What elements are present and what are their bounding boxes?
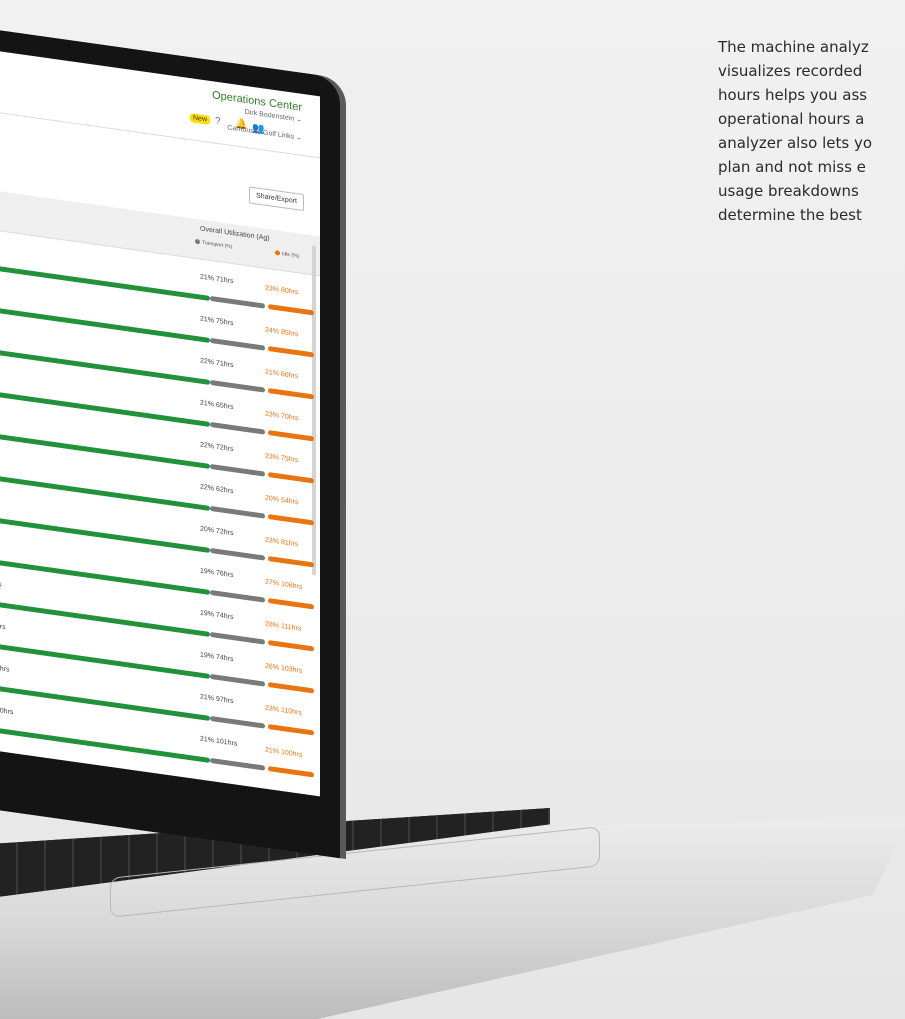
copy-line: usage breakdowns — [718, 182, 859, 200]
idle-bar — [268, 724, 314, 736]
idle-bar — [268, 472, 314, 484]
utilization-rows: 21% 71hrs 23% 80hrs 21% 75hrs 24% 85hrs 22% … — [0, 240, 320, 790]
transport-bar — [210, 337, 265, 351]
idle-value: 20% 54hrs — [265, 494, 299, 507]
organization-menu[interactable]: Carnoustie Golf Links ⌄ — [227, 123, 302, 142]
idle-value: 27% 106hrs — [265, 578, 303, 591]
idle-value: 23% 75hrs — [265, 452, 299, 465]
idle-bar — [268, 598, 314, 610]
transport-value: 21% 75hrs — [200, 315, 234, 328]
row-hours-label: hrs — [0, 580, 2, 588]
transport-value: 19% 74hrs — [200, 651, 234, 664]
idle-bar — [268, 766, 314, 778]
idle-bar — [268, 682, 314, 694]
transport-bar — [210, 715, 265, 729]
transport-bar — [210, 295, 265, 309]
idle-value: 23% 70hrs — [265, 410, 299, 423]
legend-idle: Idle (%) — [275, 250, 299, 259]
utilization-header[interactable]: Overall Utilization (Ag) — [200, 226, 270, 243]
idle-value: 24% 85hrs — [265, 326, 299, 339]
idle-bar — [268, 346, 314, 358]
idle-value: 23% 110hrs — [265, 704, 302, 717]
transport-bar — [210, 421, 265, 435]
new-badge[interactable]: New — [190, 113, 211, 125]
idle-value: 28% 111hrs — [265, 620, 302, 633]
transport-bar — [210, 631, 265, 645]
app-screen: New ? 🔔 👥 Operations Center Dirk Bodenst… — [0, 50, 320, 797]
transport-bar — [210, 505, 265, 519]
idle-bar — [268, 556, 314, 568]
transport-value: 20% 72hrs — [200, 525, 234, 538]
copy-line: determine the best — [718, 206, 862, 224]
copy-line: The machine analyz — [718, 38, 869, 56]
transport-bar — [210, 547, 265, 561]
share-export-button[interactable]: Share/Export — [249, 186, 304, 212]
idle-bar — [268, 388, 314, 400]
legend-transport: Transport (%) — [195, 238, 232, 250]
idle-value: 26% 103hrs — [265, 662, 303, 675]
help-icon[interactable]: ? — [215, 116, 221, 128]
row-hours-label: 62hrs — [0, 664, 10, 674]
copy-line: hours helps you ass — [718, 86, 868, 104]
transport-value: 21% 101hrs — [200, 735, 238, 748]
transport-bar — [210, 379, 265, 393]
idle-bar — [268, 430, 314, 442]
idle-value: 21% 66hrs — [265, 368, 299, 381]
transport-value: 19% 76hrs — [200, 567, 234, 580]
idle-bar — [268, 640, 314, 652]
idle-bar — [268, 514, 314, 526]
transport-bar — [210, 673, 265, 687]
transport-value: 21% 97hrs — [200, 693, 234, 706]
transport-value: 22% 71hrs — [200, 357, 234, 370]
row-hours-label: 9hrs — [0, 622, 6, 632]
copy-line: plan and not miss e — [718, 158, 866, 176]
copy-line: operational hours a — [718, 110, 865, 128]
transport-bar — [210, 463, 265, 477]
transport-bar — [210, 589, 265, 603]
transport-value: 22% 72hrs — [200, 441, 234, 454]
copy-line: analyzer also lets yo — [718, 134, 873, 152]
idle-value: 23% 81hrs — [265, 536, 299, 549]
idle-bar — [268, 304, 314, 316]
transport-value: 22% 62hrs — [200, 483, 234, 496]
row-hours-label: 270hrs — [0, 706, 14, 717]
transport-bar — [210, 757, 265, 771]
transport-value: 19% 74hrs — [200, 609, 234, 622]
transport-value: 21% 71hrs — [200, 273, 234, 286]
copy-line: visualizes recorded — [718, 62, 863, 80]
idle-value: 23% 80hrs — [265, 284, 299, 297]
idle-value: 21% 100hrs — [265, 746, 303, 759]
transport-value: 21% 65hrs — [200, 399, 234, 412]
description-text: The machine analyz visualizes recorded h… — [718, 35, 905, 227]
